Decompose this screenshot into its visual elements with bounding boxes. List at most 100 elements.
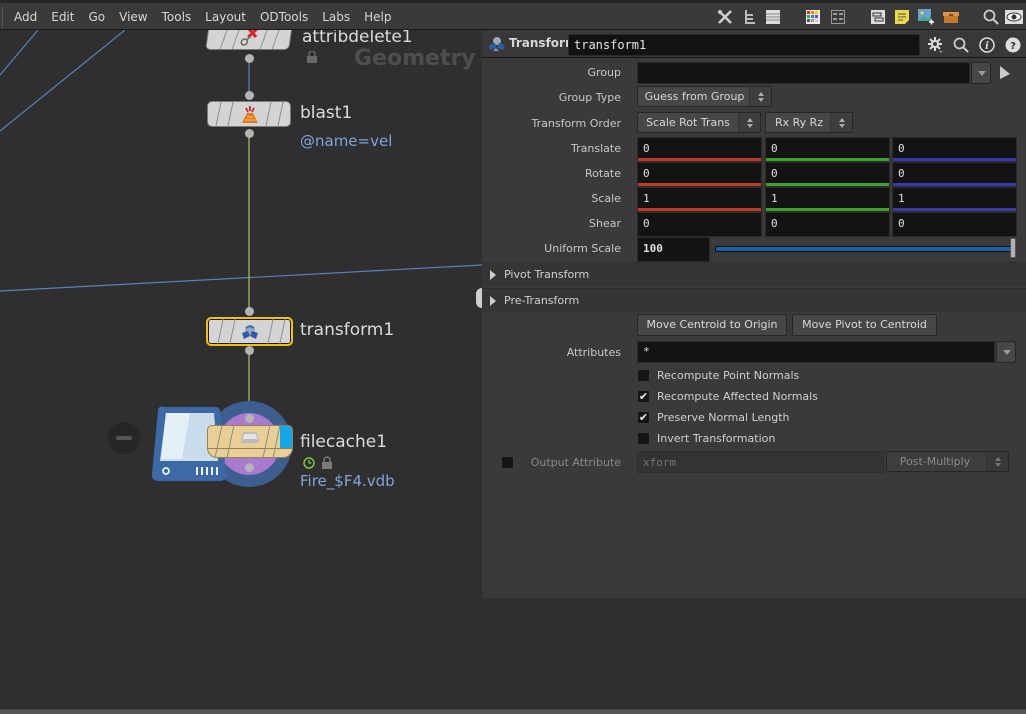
select-pointer-icon[interactable] — [998, 65, 1012, 81]
checkmark-icon: ✔ — [638, 390, 649, 403]
search-icon[interactable] — [951, 35, 971, 55]
sticky-note-icon[interactable] — [893, 8, 911, 26]
group-type-select[interactable]: Guess from Group — [637, 86, 772, 107]
folder-pre-transform[interactable]: Pre-Transform — [482, 288, 1026, 312]
updown-arrows-icon — [749, 87, 771, 106]
translate-x-input[interactable]: 0 — [637, 137, 762, 162]
color-palette-icon[interactable] — [804, 8, 822, 26]
folder-pivot-transform[interactable]: Pivot Transform — [482, 262, 1026, 286]
input-connector[interactable] — [245, 307, 254, 316]
translate-y-input[interactable]: 0 — [765, 137, 890, 162]
move-pivot-to-centroid-button[interactable]: Move Pivot to Centroid — [792, 314, 937, 336]
recompute-affected-normals-checkbox[interactable]: ✔ — [637, 390, 650, 403]
group-type-value: Guess from Group — [644, 90, 745, 103]
transform-order-select[interactable]: Scale Rot Trans — [637, 112, 761, 133]
translate-x-value: 0 — [643, 142, 650, 155]
node-body[interactable] — [207, 101, 291, 127]
bypass-flag-button[interactable] — [108, 422, 140, 454]
invert-transformation-checkbox[interactable] — [637, 432, 650, 445]
gear-icon[interactable] — [925, 35, 945, 55]
visibility-eye-icon[interactable] — [1005, 8, 1023, 26]
tree-view-icon[interactable] — [741, 8, 759, 26]
attributes-dropdown-button[interactable] — [996, 341, 1016, 363]
network-box-icon[interactable] — [869, 8, 887, 26]
search-icon[interactable] — [982, 8, 1000, 26]
recompute-affected-normals-label: Recompute Affected Normals — [657, 390, 818, 403]
context-watermark: Geometry — [354, 46, 476, 71]
attribdelete-icon — [240, 30, 259, 46]
node-name-input[interactable]: transform1 — [568, 34, 920, 56]
rotate-z-value: 0 — [898, 167, 905, 180]
network-wires — [0, 30, 482, 418]
node-comment: Fire_$F4.vdb — [300, 472, 395, 490]
uniform-scale-slider-track[interactable] — [715, 246, 1013, 252]
blast-icon — [242, 106, 258, 123]
output-attribute-mode-select[interactable]: Post-Multiply — [886, 451, 1009, 472]
uniform-scale-slider-handle[interactable] — [1010, 238, 1016, 258]
translate-z-input[interactable]: 0 — [892, 137, 1017, 162]
preserve-normal-length-checkbox[interactable]: ✔ — [637, 411, 650, 424]
group-type-label: Group Type — [558, 91, 621, 104]
scale-y-input[interactable]: 1 — [765, 187, 890, 212]
shear-z-input[interactable]: 0 — [892, 212, 1017, 237]
display-flag[interactable] — [280, 426, 292, 448]
svg-text:i: i — [985, 41, 989, 52]
shear-z-value: 0 — [898, 217, 905, 230]
shear-label: Shear — [589, 217, 621, 230]
uniform-scale-label: Uniform Scale — [544, 242, 621, 255]
tools-icon[interactable] — [716, 8, 734, 26]
help-icon[interactable]: ? — [1003, 35, 1023, 55]
input-connector[interactable] — [245, 414, 254, 423]
uniform-scale-input[interactable]: 100 — [637, 237, 710, 262]
subnet-box-icon[interactable] — [942, 8, 960, 26]
node-body-selected[interactable] — [206, 317, 293, 346]
shear-y-value: 0 — [771, 217, 778, 230]
output-connector[interactable] — [245, 463, 254, 472]
output-connector[interactable] — [245, 129, 254, 138]
node-body[interactable] — [207, 425, 293, 458]
parameter-pane: Transform transform1 i ? Group Group Typ… — [482, 30, 1026, 598]
network-editor[interactable]: Geometry attribdelete1 blast1 @name=vel — [0, 30, 482, 710]
rotate-x-input[interactable]: 0 — [637, 162, 762, 187]
lock-icon[interactable] — [321, 456, 333, 469]
rotation-order-select[interactable]: Rx Ry Rz — [765, 112, 853, 133]
output-connector[interactable] — [245, 54, 254, 63]
rotation-order-value: Rx Ry Rz — [774, 116, 824, 129]
scale-x-input[interactable]: 1 — [637, 187, 762, 212]
attributes-input[interactable]: * — [637, 341, 995, 363]
transform-order-value: Scale Rot Trans — [646, 116, 730, 129]
add-image-icon[interactable] — [917, 8, 935, 26]
rotate-x-value: 0 — [643, 167, 650, 180]
translate-label: Translate — [571, 142, 621, 155]
lock-icon[interactable] — [306, 51, 318, 63]
node-name-label: attribdelete1 — [302, 30, 413, 47]
output-attribute-input[interactable] — [637, 451, 884, 473]
grid-view-icon[interactable] — [829, 8, 847, 26]
node-name-label: filecache1 — [300, 432, 388, 452]
group-dropdown-button[interactable] — [971, 62, 991, 84]
background-wire — [0, 264, 482, 292]
output-attribute-toggle[interactable] — [501, 456, 514, 469]
updown-arrows-icon — [986, 452, 1008, 471]
group-label: Group — [587, 66, 622, 79]
invert-transformation-label: Invert Transformation — [657, 432, 776, 445]
rotate-z-input[interactable]: 0 — [892, 162, 1017, 187]
scale-y-value: 1 — [771, 192, 778, 205]
shear-y-input[interactable]: 0 — [765, 212, 890, 237]
move-centroid-to-origin-button[interactable]: Move Centroid to Origin — [637, 314, 787, 336]
houdini-window: Add Edit Go View Tools Layout ODTools La… — [0, 0, 1026, 714]
list-view-icon[interactable] — [764, 8, 782, 26]
output-connector[interactable] — [245, 346, 254, 355]
output-attribute-mode-value: Post-Multiply — [899, 455, 971, 468]
scale-z-input[interactable]: 1 — [892, 187, 1017, 212]
shear-x-input[interactable]: 0 — [637, 212, 762, 237]
node-body[interactable] — [205, 30, 293, 50]
recompute-point-normals-checkbox[interactable] — [637, 369, 650, 382]
transform-node-type-icon[interactable] — [488, 36, 506, 52]
rotate-y-input[interactable]: 0 — [765, 162, 890, 187]
group-input[interactable] — [637, 62, 970, 84]
info-icon[interactable]: i — [977, 35, 997, 55]
menu-bar: Add Edit Go View Tools Layout ODTools La… — [0, 0, 1026, 30]
input-connector[interactable] — [245, 91, 254, 100]
scale-label: Scale — [591, 192, 621, 205]
